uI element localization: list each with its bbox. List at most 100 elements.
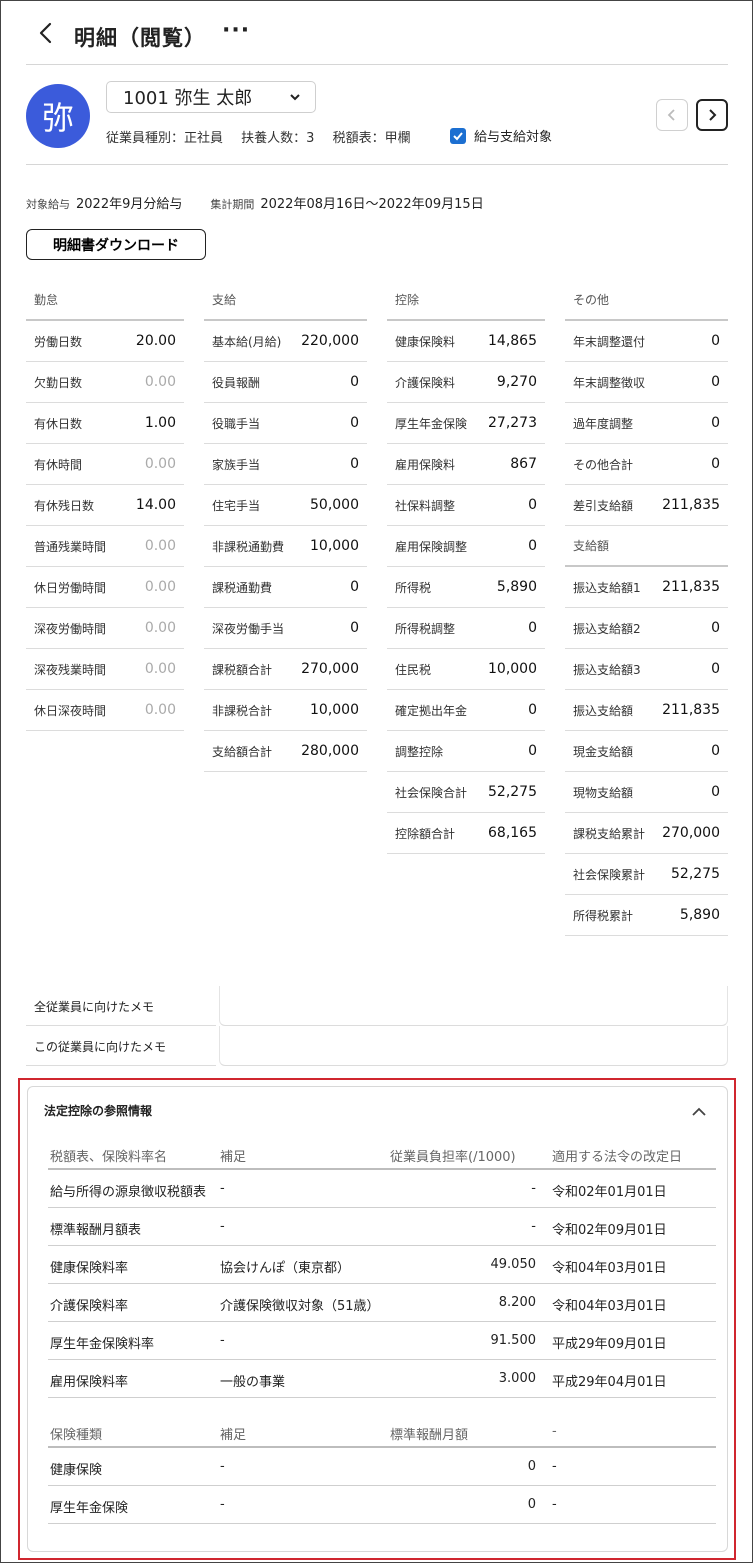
download-statement-button[interactable]: 明細書ダウンロード <box>26 229 206 260</box>
payment-target: 給与支給対象 <box>450 126 552 145</box>
item-value: 0 <box>528 497 537 513</box>
item-label: 差引支給額 <box>573 498 634 513</box>
item-value: 0 <box>711 661 720 677</box>
list-item: 介護保険料 9,270 <box>387 362 545 403</box>
target-value: 2022年9月分給与 <box>76 197 183 212</box>
item-value: 0 <box>528 538 537 554</box>
rate-date: 令和02年09月01日 <box>552 1223 667 1238</box>
item-label: 労働日数 <box>34 334 83 349</box>
item-value: 0.00 <box>144 661 176 677</box>
list-item: 控除額合計 68,165 <box>387 813 545 854</box>
item-label: 普通残業時間 <box>34 539 107 554</box>
item-label: 振込支給額 <box>573 703 634 718</box>
back-arrow-icon[interactable] <box>36 20 56 46</box>
memo-all-employees: 全従業員に向けたメモ <box>26 986 728 1026</box>
table-row: 標準報酬月額表 - - 令和02年09月01日 <box>48 1208 716 1246</box>
list-item: 社会保険合計 52,275 <box>387 772 545 813</box>
insurance-note: - <box>220 1497 225 1512</box>
rate-date: 平成29年09月01日 <box>552 1337 667 1352</box>
list-item: 深夜労働時間 0.00 <box>26 608 184 649</box>
item-label: 過年度調整 <box>573 416 634 431</box>
item-value: 0.00 <box>144 620 176 636</box>
employee-type: 従業員種別：正社員 <box>106 131 224 146</box>
list-item: 労働日数 20.00 <box>26 321 184 362</box>
employee-selector-label: 1001 弥生 太郎 <box>123 88 253 109</box>
list-item: 住民税 10,000 <box>387 649 545 690</box>
list-item: 家族手当 0 <box>204 444 367 485</box>
item-value: 14.00 <box>135 497 176 513</box>
list-item: 深夜残業時間 0.00 <box>26 649 184 690</box>
list-item: その他合計 0 <box>565 444 728 485</box>
payment-target-checkbox[interactable] <box>450 127 466 144</box>
rate-date: 令和04年03月01日 <box>552 1299 667 1314</box>
rates-header-name: 税額表、保険料率名 <box>50 1150 168 1165</box>
list-item: 雇用保険料 867 <box>387 444 545 485</box>
list-item: 振込支給額 211,835 <box>565 690 728 731</box>
item-label: 振込支給額1 <box>573 580 641 595</box>
item-label: 欠勤日数 <box>34 375 83 390</box>
more-menu-icon[interactable]: ··· <box>222 18 250 43</box>
list-item: 振込支給額2 0 <box>565 608 728 649</box>
employee-tax-table: 税額表：甲欄 <box>332 131 411 146</box>
item-label: 社会保険合計 <box>395 785 468 800</box>
prev-employee-button[interactable] <box>656 99 688 131</box>
list-item: 基本給(月給) 220,000 <box>204 321 367 362</box>
item-value: 0.00 <box>144 538 176 554</box>
item-value: 52,275 <box>671 866 720 882</box>
insurance-header-note: 補足 <box>220 1428 247 1443</box>
item-label: 所得税調整 <box>395 621 456 636</box>
insurance-note: - <box>220 1459 225 1474</box>
rate-name: 健康保険料率 <box>50 1261 129 1276</box>
item-value: 5,890 <box>496 579 537 595</box>
item-value: 211,835 <box>662 497 720 513</box>
rate-name: 給与所得の源泉徴収税額表 <box>50 1185 207 1200</box>
chevron-down-icon <box>290 94 300 101</box>
list-item: 過年度調整 0 <box>565 403 728 444</box>
chevron-up-icon[interactable] <box>690 1104 708 1118</box>
rate-value: - <box>531 1181 536 1196</box>
item-value: 0 <box>350 374 359 390</box>
list-item: 課税額合計 270,000 <box>204 649 367 690</box>
item-value: 50,000 <box>310 497 359 513</box>
table-row: 厚生年金保険 - 0 - <box>48 1486 716 1524</box>
memo-this-field[interactable] <box>219 1026 728 1066</box>
memo-all-field[interactable] <box>219 986 728 1026</box>
item-value: 10,000 <box>310 702 359 718</box>
item-label: 現物支給額 <box>573 785 634 800</box>
insurance-header-extra: - <box>552 1424 557 1439</box>
list-item: 調整控除 0 <box>387 731 545 772</box>
rate-name: 介護保険料率 <box>50 1299 129 1314</box>
item-label: 介護保険料 <box>395 375 456 390</box>
deduction-column: 控除 健康保険料 14,865 介護保険料 9,270 厚生年金保険 27,273 雇用保険… <box>387 281 545 854</box>
rates-header-rate: 従業員負担率(/1000) <box>390 1150 516 1165</box>
item-value: 0 <box>711 743 720 759</box>
insurance-amount: 0 <box>527 1459 536 1474</box>
list-item: 所得税調整 0 <box>387 608 545 649</box>
list-item: 現金支給額 0 <box>565 731 728 772</box>
list-item: 年末調整還付 0 <box>565 321 728 362</box>
item-value: 20.00 <box>135 333 176 349</box>
list-item: 住宅手当 50,000 <box>204 485 367 526</box>
list-item: 確定拠出年金 0 <box>387 690 545 731</box>
table-row: 厚生年金保険料率 - 91.500 平成29年09月01日 <box>48 1322 716 1360</box>
item-value: 14,865 <box>488 333 537 349</box>
employee-selector[interactable]: 1001 弥生 太郎 <box>106 81 316 113</box>
rate-note: - <box>220 1181 225 1196</box>
list-item: 役職手当 0 <box>204 403 367 444</box>
item-value: 10,000 <box>488 661 537 677</box>
item-label: 社会保険累計 <box>573 867 646 882</box>
list-item: 有休時間 0.00 <box>26 444 184 485</box>
table-row: 健康保険 - 0 - <box>48 1448 716 1486</box>
list-item: 支給額合計 280,000 <box>204 731 367 772</box>
list-item: 課税通勤費 0 <box>204 567 367 608</box>
item-value: 211,835 <box>662 579 720 595</box>
item-label: 有休時間 <box>34 457 83 472</box>
item-label: 家族手当 <box>212 457 261 472</box>
next-employee-button[interactable] <box>696 99 728 131</box>
chevron-left-icon <box>667 109 675 121</box>
insurance-extra: - <box>552 1459 557 1474</box>
item-value: 27,273 <box>488 415 537 431</box>
rate-value: 49.050 <box>490 1257 537 1272</box>
item-label: 基本給(月給) <box>212 334 282 349</box>
item-value: 5,890 <box>679 907 720 923</box>
